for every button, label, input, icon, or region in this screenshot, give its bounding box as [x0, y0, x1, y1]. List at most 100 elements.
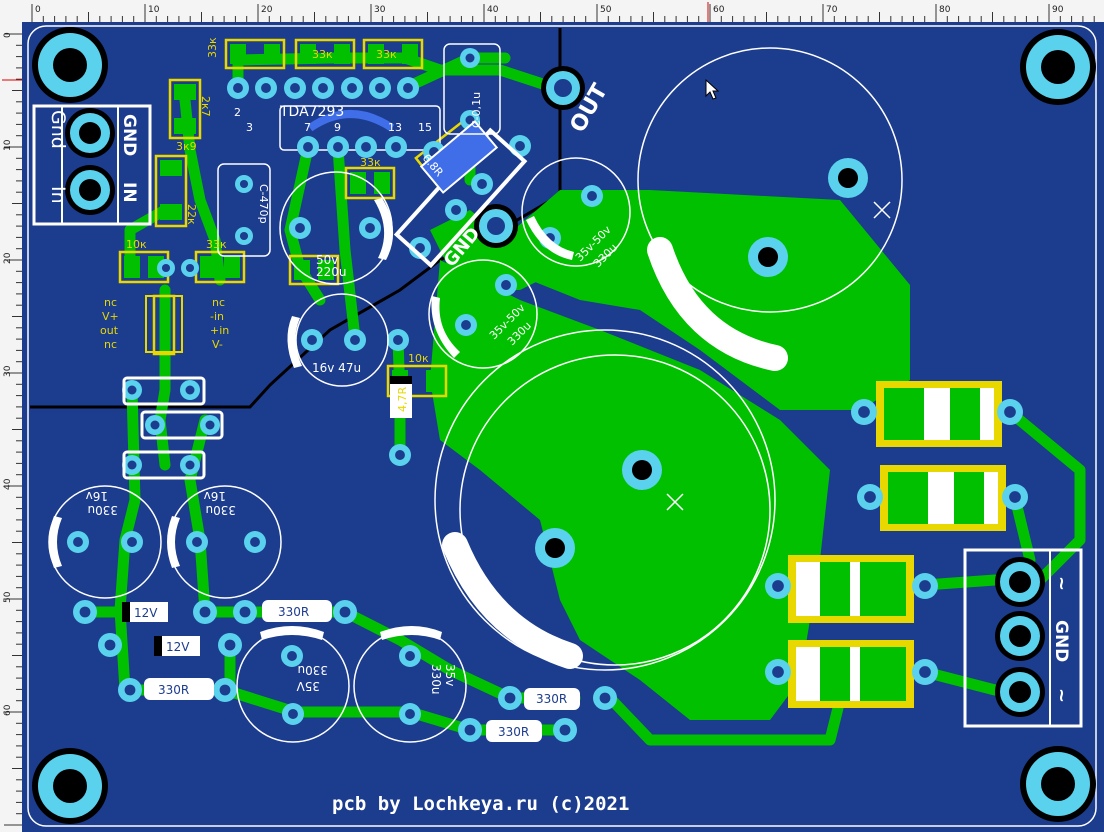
pad-hole: [461, 320, 471, 330]
r-33k-c-label: 33к: [376, 48, 397, 61]
ruler-left-label: 50: [3, 591, 13, 603]
cap-35v-a-voltage: 35V: [296, 679, 320, 693]
cap-47u-label: 16v 47u: [312, 361, 361, 375]
r-330r-b-label: 330R: [158, 683, 189, 697]
pad-hole: [772, 580, 784, 592]
ruler-top-label: 60: [713, 5, 725, 15]
cap-16v-a-voltage: 16v: [86, 489, 108, 503]
pad-hole: [127, 537, 137, 547]
pad-hole: [350, 335, 360, 345]
r-33k-a-label: 33к: [206, 37, 219, 58]
r-330r-a-label: 330R: [278, 605, 309, 619]
pad-hole: [150, 420, 160, 430]
opamp-right-3: +in: [210, 324, 229, 337]
r-330r-d-label: 330R: [498, 725, 529, 739]
ic-pin-13: 13: [388, 121, 402, 134]
pad-hole: [599, 692, 611, 704]
bulk-pad-hole: [838, 168, 858, 188]
pad-hole: [365, 223, 375, 233]
ruler-top-label: 10: [148, 5, 160, 15]
pad-hole: [405, 709, 415, 719]
pad-hole: [250, 537, 260, 547]
cap-16v-b-voltage: 16v: [204, 489, 226, 503]
ruler-top-label: 30: [374, 5, 386, 15]
pad-hole: [1004, 406, 1016, 418]
ic-pin-3: 3: [246, 121, 253, 134]
cap-16v-b-value: 330u: [205, 503, 236, 517]
zener-a-label: 12V: [134, 606, 158, 620]
power-pin2-label: GND: [1051, 620, 1071, 662]
pad-hole: [339, 606, 351, 618]
ic-pin-15: 15: [418, 121, 432, 134]
pad-hole: [239, 231, 249, 241]
ruler-left-label: 60: [3, 704, 13, 716]
r-33k-e-label: 33к: [206, 238, 227, 251]
pad-hole: [303, 142, 313, 152]
pad-hole: [501, 280, 511, 290]
input-in-label: IN: [119, 182, 139, 203]
pad-hole: [288, 709, 298, 719]
pad-hole: [515, 141, 525, 151]
opamp-left-2: V+: [102, 310, 119, 323]
pad-hole: [205, 420, 215, 430]
r-330r-c-label: 330R: [536, 692, 567, 706]
opamp-left-3: out: [100, 324, 119, 337]
ruler-top-label: 0: [35, 5, 41, 15]
ruler-top-label: 80: [939, 5, 951, 15]
r-33k-d-label: 33к: [360, 156, 381, 169]
ic-name: TDA7293: [279, 104, 344, 120]
big-connector-hole: [487, 217, 505, 235]
pad-hole: [391, 142, 401, 152]
pad-hole: [79, 606, 91, 618]
zener-b-label: 12V: [166, 640, 190, 654]
pad-hole: [161, 263, 171, 273]
pad-hole: [185, 263, 195, 273]
ruler-top-label: 50: [600, 5, 612, 15]
pad-hole: [393, 335, 403, 345]
ruler-top-label: 20: [261, 5, 273, 15]
pad-hole: [477, 179, 487, 189]
pad-hole: [919, 666, 931, 678]
pad-hole: [239, 179, 249, 189]
ruler-top[interactable]: 0 10 20 30 40 50 60 70 80 90: [0, 0, 1104, 23]
mouse-cursor-icon: [705, 78, 720, 100]
cap-35v-a-value: 330u: [297, 663, 328, 677]
cap-c01u-label: C-0,1u: [470, 92, 483, 128]
pad-hole: [233, 83, 243, 93]
cap-220u-label: 220u: [316, 265, 347, 279]
pad-hole: [219, 684, 231, 696]
bulk-pad-hole: [545, 538, 565, 558]
pad-hole: [587, 191, 597, 201]
pad-hole: [318, 83, 328, 93]
ruler-left-label: 10: [3, 139, 13, 151]
pad-hole: [451, 205, 461, 215]
pad-hole: [199, 606, 211, 618]
pad-hole: [464, 724, 476, 736]
pad-hole: [772, 666, 784, 678]
input-terminal: Gnd In GND IN: [32, 104, 152, 226]
big-connector-hole: [554, 79, 572, 97]
pad-hole: [403, 83, 413, 93]
pad-hole: [124, 684, 136, 696]
pad-hole: [465, 53, 475, 63]
pad-hole: [261, 83, 271, 93]
bulk-pad-hole: [758, 247, 778, 267]
credit-text: pcb by Lochkeya.ru (c)2021: [332, 793, 629, 815]
ruler-left[interactable]: 0 10 20 30 40 50 60: [0, 22, 23, 832]
pad-hole: [239, 606, 251, 618]
ruler-top-label: 70: [826, 5, 838, 15]
opamp-right-2: -in: [210, 310, 224, 323]
pcb-board[interactable]: Gnd In GND IN ~ GND ~ TDA7293 2 3 7 9 13…: [22, 22, 1104, 832]
cap-c470p-label: C-470p: [257, 184, 270, 224]
pad-hole: [559, 724, 571, 736]
ruler-left-label: 0: [3, 32, 13, 38]
opamp-left-4: nc: [104, 338, 117, 351]
pad-hole: [361, 142, 371, 152]
cap-35v-b-value: 330u: [429, 664, 443, 695]
cap-16v-a-value: 330u: [87, 503, 118, 517]
pad-hole: [127, 385, 137, 395]
r-33k-b-label: 33к: [312, 48, 333, 61]
r-10k-label: 10к: [126, 238, 147, 251]
ruler-top-label: 90: [1052, 5, 1064, 15]
pad-hole: [395, 450, 405, 460]
